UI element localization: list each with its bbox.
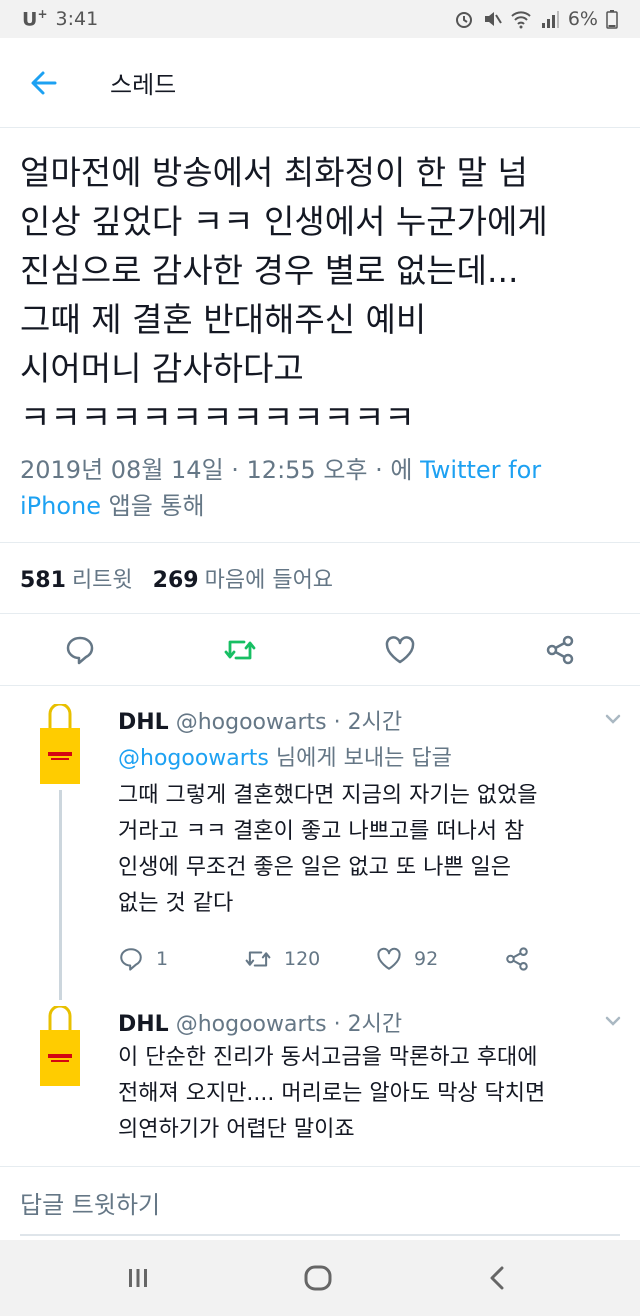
- retweet-stat[interactable]: 581 리트윗: [20, 562, 133, 594]
- status-bar: U+ 3:41 6%: [0, 0, 640, 38]
- back-button[interactable]: [12, 51, 76, 115]
- shopping-bag-icon: [40, 1004, 80, 1086]
- share-icon: [546, 635, 574, 665]
- tweet-date: 2019년 08월 14일 · 12:55 오후 · 에: [20, 456, 421, 484]
- reply-text: 그때 그렇게 결혼했다면 지금의 자기는 없었을 거라고 ㅋㅋ 결혼이 좋고 나…: [118, 783, 538, 916]
- reply-menu-button[interactable]: [602, 1010, 624, 1032]
- retweet-button[interactable]: [222, 632, 258, 668]
- mute-icon: [484, 12, 502, 26]
- reply-actions: 1 120 92: [118, 944, 618, 974]
- reply-text: 이 단순한 진리가 동서고금을 막론하고 후대에 전해져 오지만.... 머리로…: [118, 1045, 546, 1142]
- reply-icon: [120, 948, 142, 971]
- back-nav-button[interactable]: [480, 1260, 516, 1296]
- reply-header: DHL @hogoowarts · 2시간: [118, 1006, 402, 1038]
- home-icon: [304, 1265, 332, 1291]
- heart-icon: [385, 636, 415, 664]
- reply-like-button[interactable]: 92: [376, 946, 504, 972]
- back-icon: [490, 1266, 504, 1290]
- reply-to-handle[interactable]: @hogoowarts: [118, 746, 269, 771]
- compose-underline: [20, 1234, 620, 1236]
- tweet-source-suffix: 앱을 통해: [101, 492, 205, 520]
- tweet-actions: [0, 614, 640, 686]
- chevron-down-icon: [605, 714, 621, 724]
- wifi-icon: [511, 11, 531, 29]
- tweet-meta: 2019년 08월 14일 · 12:55 오후 · 에 Twitter for…: [20, 452, 620, 524]
- reply-to-line: @hogoowarts 님에게 보내는 답글: [118, 740, 452, 772]
- arrow-left-icon: [31, 71, 57, 94]
- recent-apps-button[interactable]: [120, 1260, 156, 1296]
- reply-menu-button[interactable]: [602, 708, 624, 730]
- reply-handle: @hogoowarts: [175, 710, 327, 735]
- reply-retweet-count: 120: [284, 948, 321, 970]
- share-button[interactable]: [542, 632, 578, 668]
- clock: 3:41: [55, 7, 99, 30]
- share-icon: [506, 947, 528, 971]
- signal-icon: [541, 11, 559, 28]
- reply-compose-field[interactable]: 답글 트윗하기: [0, 1166, 640, 1238]
- reply-reply-button[interactable]: 1: [118, 946, 244, 972]
- recent-apps-icon: [129, 1269, 147, 1287]
- tweet-text: 얼마전에 방송에서 최화정이 한 말 넘 인상 깊었다 ㅋㅋ 인생에서 누군가에…: [20, 153, 548, 437]
- reply-reply-count: 1: [156, 948, 169, 970]
- reply-like-count: 92: [414, 948, 439, 970]
- reply-handle: @hogoowarts: [175, 1012, 327, 1037]
- tweet-stats: 581 리트윗 269 마음에 들어요: [0, 542, 640, 614]
- chevron-down-icon: [605, 1016, 621, 1026]
- home-button[interactable]: [300, 1260, 336, 1296]
- reply-retweet-button[interactable]: 120: [244, 946, 376, 972]
- reply-time: · 2시간: [333, 1012, 403, 1037]
- page-title: 스레드: [110, 71, 177, 99]
- reply-to-suffix: 님에게 보내는 답글: [268, 746, 452, 771]
- shopping-bag-icon: [40, 702, 80, 784]
- battery-icon: [606, 10, 618, 29]
- reply-share-button[interactable]: [504, 946, 530, 972]
- battery-percent: 6%: [567, 8, 598, 30]
- carrier: U+: [22, 7, 48, 31]
- reply-author[interactable]: DHL: [118, 1012, 169, 1037]
- reply-icon: [66, 636, 94, 665]
- reply-button[interactable]: [62, 632, 98, 668]
- system-nav-bar: [0, 1240, 640, 1316]
- avatar[interactable]: [36, 1004, 84, 1088]
- like-button[interactable]: [382, 632, 418, 668]
- heart-icon: [377, 947, 401, 970]
- retweet-icon: [245, 951, 271, 967]
- thread-line: [59, 790, 62, 1000]
- avatar[interactable]: [36, 702, 84, 786]
- like-stat[interactable]: 269 마음에 들어요: [153, 562, 333, 594]
- alarm-icon: [455, 12, 472, 28]
- retweet-icon: [224, 640, 256, 660]
- reply-time: · 2시간: [333, 710, 403, 735]
- reply-header: DHL @hogoowarts · 2시간: [118, 704, 402, 736]
- app-bar: 스레드: [0, 38, 640, 128]
- reply-author[interactable]: DHL: [118, 710, 169, 735]
